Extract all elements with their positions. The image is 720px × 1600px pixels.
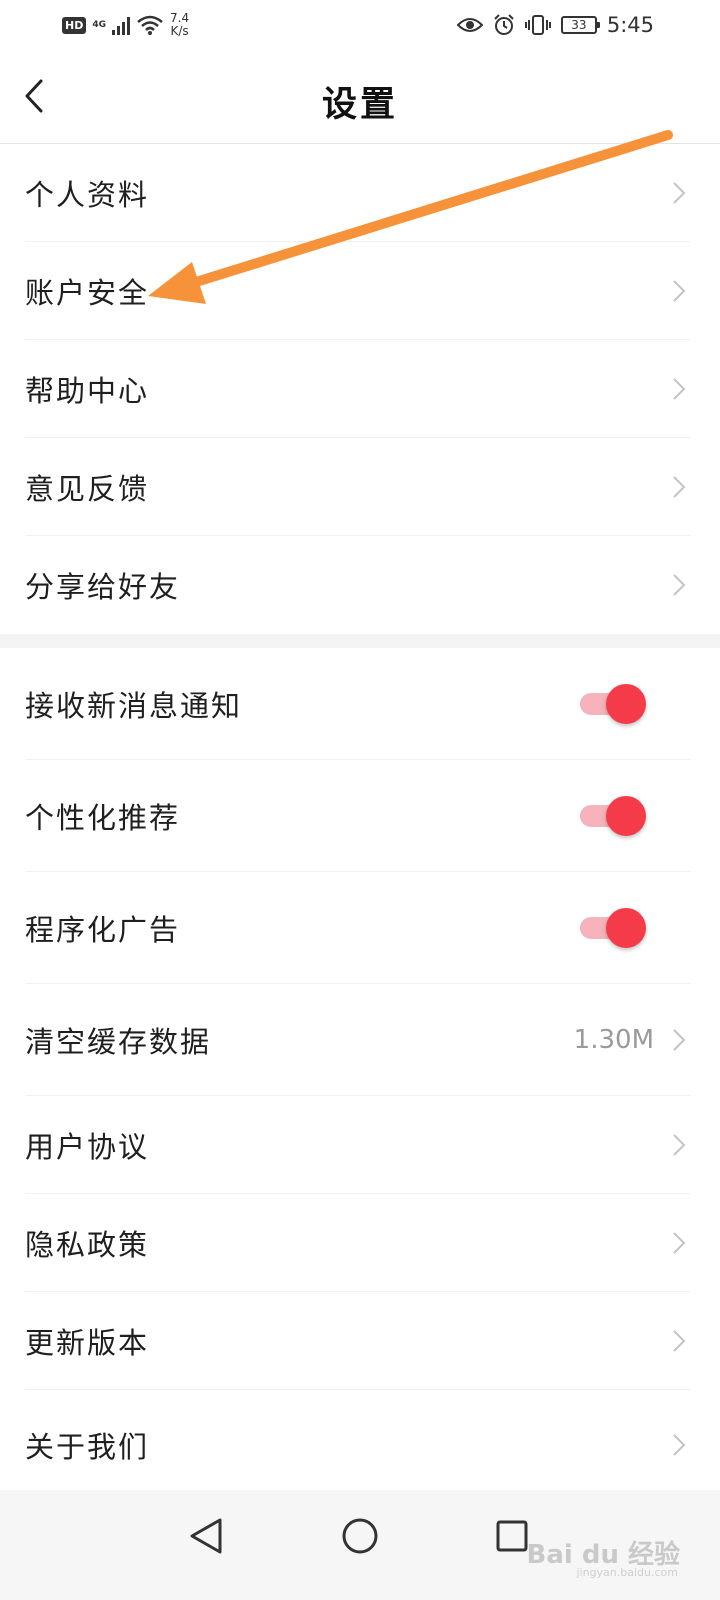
section-divider [0, 634, 720, 648]
signal-icon [112, 15, 130, 35]
eye-icon [456, 18, 483, 32]
settings-item-label: 分享给好友 [25, 570, 181, 604]
chevron-right-icon [673, 1134, 686, 1156]
settings-group-preferences: 接收新消息通知 个性化推荐 程序化广告 清空缓存数据 1.30M 用户协议 隐私… [0, 648, 720, 1500]
chevron-right-icon [673, 1330, 686, 1352]
status-time: 5:45 [606, 13, 654, 37]
settings-item-personalized-recommendation: 个性化推荐 [0, 760, 720, 872]
wifi-icon [137, 15, 163, 35]
settings-item-label: 账户安全 [25, 276, 150, 310]
app-header: 设置 [0, 48, 720, 144]
square-recents-icon [496, 1520, 528, 1552]
settings-item-profile[interactable]: 个人资料 [0, 144, 720, 242]
settings-item-programmatic-ads: 程序化广告 [0, 872, 720, 984]
settings-item-update-version[interactable]: 更新版本 [0, 1292, 720, 1390]
chevron-right-icon [673, 280, 686, 302]
settings-item-label: 接收新消息通知 [25, 689, 243, 723]
settings-item-label: 个人资料 [25, 178, 150, 212]
settings-item-about-us[interactable]: 关于我们 [0, 1390, 720, 1500]
circle-home-icon [342, 1518, 378, 1554]
toggle-knob [606, 908, 646, 948]
settings-group-general: 个人资料 账户安全 帮助中心 意见反馈 分享给好友 [0, 144, 720, 634]
settings-item-label: 用户协议 [25, 1130, 150, 1164]
hd-badge: HD [62, 16, 87, 34]
settings-item-label: 个性化推荐 [25, 801, 181, 835]
toggle-knob [606, 796, 646, 836]
chevron-right-icon [673, 1029, 686, 1051]
page-title: 设置 [321, 84, 398, 125]
settings-item-share[interactable]: 分享给好友 [0, 536, 720, 634]
watermark-url: jingyan.baidu.com [576, 1566, 678, 1579]
settings-item-help-center[interactable]: 帮助中心 [0, 340, 720, 438]
chevron-right-icon [673, 476, 686, 498]
settings-item-label: 清空缓存数据 [25, 1025, 212, 1059]
network-speed: 7.4 K/s [170, 12, 189, 38]
programmatic-ads-toggle[interactable] [580, 906, 646, 950]
alarm-icon [494, 14, 514, 35]
toggle-knob [606, 684, 646, 724]
chevron-right-icon [673, 182, 686, 204]
settings-item-label: 帮助中心 [25, 374, 150, 408]
triangle-back-icon [190, 1518, 222, 1554]
vibrate-icon [524, 15, 551, 35]
settings-item-account-security[interactable]: 账户安全 [0, 242, 720, 340]
settings-item-privacy-policy[interactable]: 隐私政策 [0, 1194, 720, 1292]
cache-size-value: 1.30M [573, 1025, 654, 1055]
status-left: HD 4G 7.4 K/s [62, 10, 189, 40]
settings-item-label: 隐私政策 [25, 1228, 150, 1262]
speed-value: 7.4 [170, 11, 190, 25]
settings-item-label: 更新版本 [25, 1326, 150, 1360]
personalized-recommendation-toggle[interactable] [580, 794, 646, 838]
chevron-right-icon [673, 378, 686, 400]
nav-back-button[interactable] [176, 1506, 236, 1566]
system-nav-bar: Bai du 经验 jingyan.baidu.com [0, 1490, 720, 1600]
settings-item-label: 意见反馈 [25, 472, 150, 506]
status-bar: HD 4G 7.4 K/s 33 5:45 [0, 0, 720, 48]
settings-item-user-agreement[interactable]: 用户协议 [0, 1096, 720, 1194]
status-right: 33 5:45 [456, 10, 654, 40]
chevron-right-icon [673, 574, 686, 596]
chevron-right-icon [673, 1232, 686, 1254]
settings-item-feedback[interactable]: 意见反馈 [0, 438, 720, 536]
speed-unit: K/s [170, 24, 189, 38]
network-type: 4G [92, 20, 106, 30]
settings-item-label: 关于我们 [25, 1430, 150, 1464]
settings-item-notifications: 接收新消息通知 [0, 648, 720, 760]
notifications-toggle[interactable] [580, 682, 646, 726]
settings-item-clear-cache[interactable]: 清空缓存数据 1.30M [0, 984, 720, 1096]
chevron-right-icon [673, 1434, 686, 1456]
settings-item-label: 程序化广告 [25, 913, 181, 947]
nav-home-button[interactable] [330, 1506, 390, 1566]
battery-icon: 33 [560, 16, 600, 34]
